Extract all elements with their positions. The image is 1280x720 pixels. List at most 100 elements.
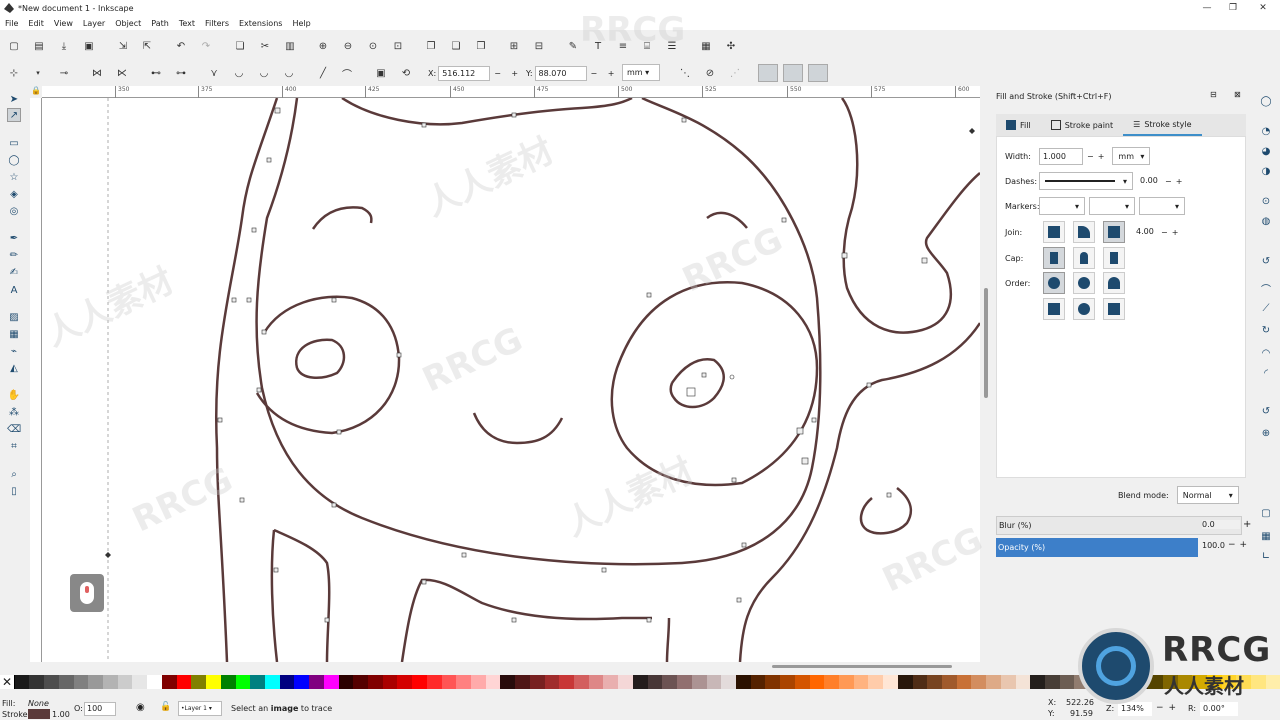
connector-tool-icon[interactable]: ⌗ [7, 439, 21, 453]
segment-curve-icon[interactable]: ⌒ [341, 67, 353, 81]
copy-icon[interactable]: ❏ [234, 40, 246, 52]
palette-swatch[interactable] [529, 675, 545, 689]
palette-swatch[interactable] [647, 675, 663, 689]
new-document-icon[interactable]: ▢ [8, 40, 20, 52]
palette-swatch[interactable] [691, 675, 707, 689]
palette-swatch[interactable] [73, 675, 89, 689]
pen-tool-icon[interactable]: ✒ [7, 231, 21, 245]
spiral-tool-icon[interactable]: ◎ [7, 204, 21, 218]
palette-swatch[interactable] [544, 675, 560, 689]
dash-offset-field[interactable]: 0.00 [1137, 172, 1165, 190]
palette-swatch[interactable] [706, 675, 722, 689]
cut-icon[interactable]: ✂ [259, 40, 271, 52]
palette-swatch[interactable] [191, 675, 207, 689]
snap-edges-icon[interactable]: ◔ [1259, 124, 1273, 138]
order-markers-stroke-fill-button[interactable] [1103, 298, 1125, 320]
x-stepper[interactable]: − + [494, 69, 522, 78]
palette-swatch[interactable] [323, 675, 339, 689]
palette-swatch[interactable] [338, 675, 354, 689]
select-tool-icon[interactable]: ➤ [7, 92, 21, 106]
snap-page-icon[interactable]: ▢ [1259, 506, 1273, 520]
redo-icon[interactable]: ↷ [200, 40, 212, 52]
tweak-tool-icon[interactable]: ✋ [7, 388, 21, 402]
palette-swatch[interactable] [412, 675, 427, 689]
drawing-canvas[interactable] [42, 98, 980, 662]
rect-tool-icon[interactable]: ▭ [7, 136, 21, 150]
snap-intersections-icon[interactable]: ⌒ [1259, 281, 1273, 296]
measure-tool-icon[interactable]: ▯ [7, 484, 21, 498]
stroke-width-value[interactable]: 1.00 [52, 710, 70, 719]
snap-smooth-icon[interactable]: ↻ [1259, 323, 1273, 337]
no-paint-icon[interactable]: ✕ [0, 675, 14, 689]
insert-node-dropdown-icon[interactable]: ▾ [32, 67, 44, 79]
palette-swatch[interactable] [1059, 675, 1075, 689]
snap-line-mid-icon[interactable]: ◠ [1259, 346, 1273, 360]
star-tool-icon[interactable]: ☆ [7, 170, 21, 184]
zoom-stepper[interactable]: −+ [1156, 703, 1181, 713]
palette-swatch[interactable] [382, 675, 398, 689]
palette-swatch[interactable] [824, 675, 839, 689]
order-fill-stroke-markers-button[interactable] [1043, 272, 1065, 294]
clone-icon[interactable]: ❑ [450, 40, 462, 52]
palette-swatch[interactable] [809, 675, 825, 689]
palette-swatch[interactable] [632, 675, 648, 689]
palette-swatch[interactable] [500, 675, 516, 689]
snap-guide-icon[interactable]: ∟ [1259, 549, 1273, 563]
minimize-icon[interactable]: — [1194, 0, 1220, 16]
delete-segment-icon[interactable]: ⊶ [175, 67, 187, 79]
ellipse-tool-icon[interactable]: ◯ [7, 153, 21, 167]
palette-swatch[interactable] [588, 675, 604, 689]
dock-close-icon[interactable]: ⊠ [1234, 90, 1241, 99]
horizontal-scrollbar[interactable] [42, 662, 980, 670]
opacity-status-field[interactable]: 100 [84, 702, 116, 716]
menu-layer[interactable]: Layer [78, 19, 110, 28]
zoom-width-icon[interactable]: ⊡ [392, 40, 404, 52]
menu-filters[interactable]: Filters [200, 19, 234, 28]
stroke-swatch[interactable] [28, 709, 50, 719]
palette-swatch[interactable] [294, 675, 310, 689]
palette-swatch[interactable] [58, 675, 74, 689]
cusp-node-icon[interactable]: ⋎ [208, 67, 220, 79]
snap-text-baseline-icon[interactable]: ⊕ [1259, 426, 1273, 440]
palette-swatch[interactable] [279, 675, 295, 689]
palette-swatch[interactable] [838, 675, 854, 689]
menu-help[interactable]: Help [287, 19, 315, 28]
bevel-join-button[interactable] [1103, 221, 1125, 243]
node-tool-icon[interactable]: ↗ [7, 108, 21, 122]
palette-swatch[interactable] [559, 675, 575, 689]
palette-swatch[interactable] [220, 675, 236, 689]
join-segment-icon[interactable]: ⊷ [150, 67, 162, 79]
palette-swatch[interactable] [971, 675, 987, 689]
snap-centers-icon[interactable]: ⊙ [1259, 194, 1273, 208]
palette-swatch[interactable] [235, 675, 251, 689]
dashes-select[interactable]: ▾ [1039, 172, 1133, 190]
snap-corners-icon[interactable]: ◕ [1259, 144, 1273, 158]
blur-slider[interactable]: Blur (%) 0.0 + [996, 516, 1251, 535]
lock-layer-icon[interactable]: 🔓 [160, 702, 171, 712]
palette-swatch[interactable] [1000, 675, 1016, 689]
auto-smooth-node-icon[interactable]: ◡ [283, 67, 295, 79]
palette-swatch[interactable] [794, 675, 810, 689]
snap-midpoints-icon[interactable]: ◑ [1259, 164, 1273, 178]
palette-swatch[interactable] [515, 675, 530, 689]
width-stepper[interactable]: −+ [1087, 152, 1108, 161]
square-cap-button[interactable] [1103, 247, 1125, 269]
close-icon[interactable]: ✕ [1250, 0, 1276, 16]
show-outline-icon[interactable]: ⊘ [704, 67, 716, 79]
palette-swatch[interactable] [353, 675, 368, 689]
palette-swatch[interactable] [1015, 675, 1031, 689]
paint-bucket-icon[interactable]: ◭ [7, 361, 21, 375]
palette-swatch[interactable] [44, 675, 59, 689]
snap-nodes-icon[interactable] [783, 64, 803, 82]
group-icon[interactable]: ⊞ [508, 40, 520, 52]
y-coordinate-field[interactable]: 88.070 [534, 65, 587, 81]
preferences-icon[interactable]: ✣ [725, 40, 737, 52]
palette-swatch[interactable] [471, 675, 486, 689]
palette-swatch[interactable] [897, 675, 913, 689]
smooth-node-icon[interactable]: ◡ [233, 67, 245, 79]
zoom-tool-icon[interactable]: ⌕ [7, 467, 21, 481]
rotation-field[interactable]: 0.00° [1200, 702, 1238, 716]
palette-swatch[interactable] [426, 675, 442, 689]
order-stroke-fill-markers-button[interactable] [1073, 272, 1095, 294]
document-properties-icon[interactable]: ▦ [700, 40, 712, 52]
